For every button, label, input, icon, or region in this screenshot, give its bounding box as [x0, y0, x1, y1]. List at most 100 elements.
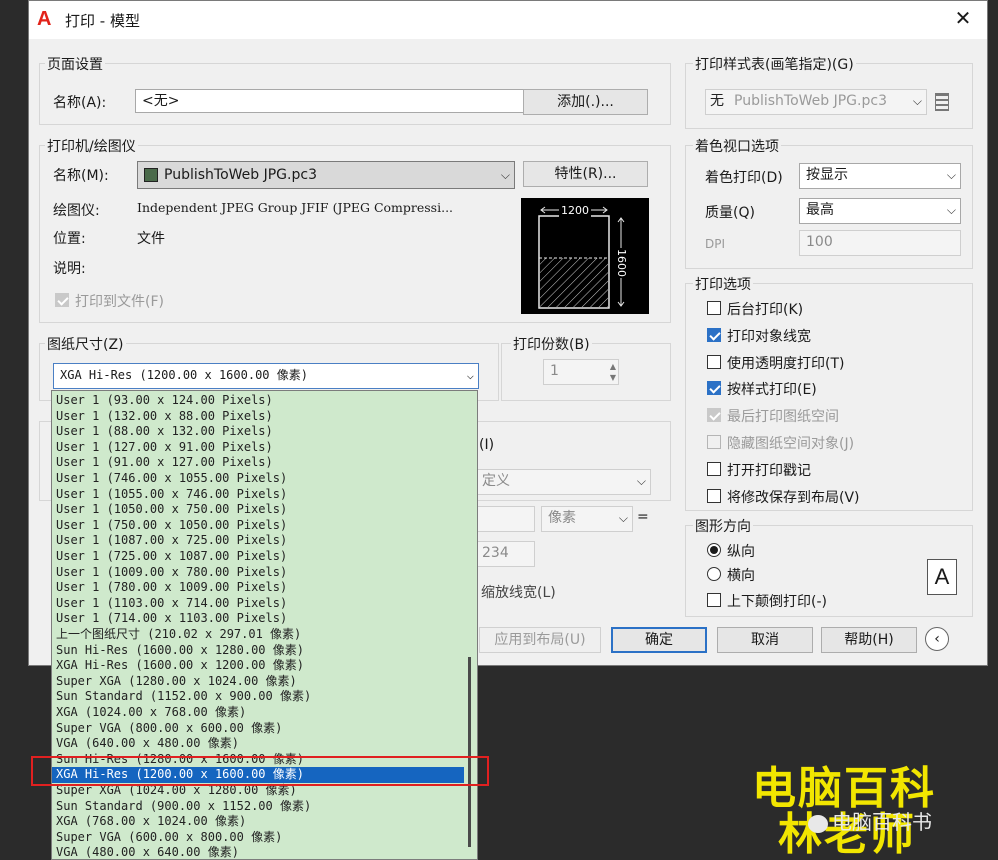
location-label: 位置: [53, 231, 86, 247]
copies-value: 1 [550, 363, 559, 379]
paper-size-option[interactable]: Sun Hi-Res (1600.00 x 1280.00 像素) [56, 643, 304, 659]
paper-size-option[interactable]: User 1 (93.00 x 124.00 Pixels) [56, 393, 273, 409]
plot-to-file-checkbox[interactable] [55, 293, 69, 307]
preview-width-label: 1200 [561, 204, 589, 217]
shade-plot-combo[interactable]: 按显示 ⌵ [799, 163, 961, 189]
location-value: 文件 [137, 231, 165, 247]
edit-plot-style-icon[interactable] [935, 93, 949, 111]
paper-size-option[interactable]: 上一个图纸尺寸 (210.02 x 297.01 像素) [56, 627, 301, 643]
watermark-account-text: 电脑百科书 [832, 810, 932, 834]
paper-preview: 1200 1600 [521, 198, 649, 314]
upside-down-label: 上下颠倒打印(-) [727, 594, 827, 610]
quality-combo[interactable]: 最高 ⌵ [799, 198, 961, 224]
paper-size-option[interactable]: User 1 (91.00 x 127.00 Pixels) [56, 455, 273, 471]
collapse-arrow-icon[interactable]: ‹ [925, 627, 949, 651]
page-setup-add-button[interactable]: 添加(.)... [523, 89, 648, 115]
plot-option-checkbox[interactable] [707, 461, 721, 476]
printer-name-combo[interactable]: PublishToWeb JPG.pc3 ⌵ [137, 161, 515, 189]
apply-to-layout-button[interactable]: 应用到布局(U) [479, 627, 601, 653]
dpi-input[interactable]: 100 [799, 230, 961, 256]
orientation-page-icon: A [927, 559, 957, 595]
paper-size-option[interactable]: User 1 (725.00 x 1087.00 Pixels) [56, 549, 287, 565]
plotter-value: Independent JPEG Group JFIF (JPEG Compre… [137, 200, 454, 215]
plot-options-legend: 打印选项 [693, 274, 753, 294]
paper-size-option[interactable]: User 1 (127.00 x 91.00 Pixels) [56, 440, 273, 456]
portrait-label: 纵向 [727, 544, 755, 560]
copies-spinner[interactable]: 1 ▲ ▼ [543, 359, 619, 385]
paper-size-dropdown-list[interactable]: User 1 (93.00 x 124.00 Pixels) User 1 (13… [51, 390, 478, 860]
plot-scale-value: 定义 [482, 473, 510, 489]
paper-size-option[interactable]: User 1 (1009.00 x 780.00 Pixels) [56, 565, 287, 581]
preview-height-label: 1600 [615, 249, 628, 277]
scale-input-2-value: 234 [482, 545, 509, 561]
paper-size-option[interactable]: XGA (1024.00 x 768.00 像素) [56, 705, 246, 721]
paper-size-option[interactable]: User 1 (714.00 x 1103.00 Pixels) [56, 611, 287, 627]
paper-size-combo[interactable]: XGA Hi-Res (1200.00 x 1600.00 像素) ⌵ [53, 363, 479, 389]
plot-option-label: 按样式打印(E) [727, 382, 817, 399]
paper-size-option[interactable]: User 1 (88.00 x 132.00 Pixels) [56, 424, 273, 440]
printer-name-label: 名称(M): [53, 168, 109, 184]
scale-input-1[interactable] [475, 506, 535, 532]
plot-option-checkbox[interactable] [707, 435, 721, 449]
dropdown-scrollbar[interactable] [468, 657, 471, 847]
plot-option-checkbox[interactable] [707, 381, 721, 396]
plot-style-prefix: 无 [710, 93, 724, 109]
plot-style-combo[interactable]: 无 PublishToWeb JPG.pc3 ⌵ [705, 89, 927, 115]
close-icon[interactable]: ✕ [951, 6, 975, 30]
page-setup-name-combo[interactable]: <无> ⌵ [135, 89, 543, 113]
plot-option-checkbox[interactable] [707, 408, 721, 423]
page-setup-legend: 页面设置 [45, 54, 105, 74]
plot-scale-combo[interactable]: 定义 ⌵ [475, 469, 651, 495]
description-label: 说明: [53, 261, 86, 277]
paper-size-option[interactable]: XGA (768.00 x 1024.00 像素) [56, 814, 246, 830]
paper-size-option[interactable]: User 1 (1050.00 x 750.00 Pixels) [56, 502, 287, 518]
help-button[interactable]: 帮助(H) [821, 627, 917, 653]
paper-size-option[interactable]: User 1 (1103.00 x 714.00 Pixels) [56, 596, 287, 612]
plotter-icon [144, 168, 158, 182]
ok-button[interactable]: 确定 [611, 627, 707, 653]
paper-size-option[interactable]: VGA (640.00 x 480.00 像素) [56, 736, 239, 752]
dpi-value: 100 [806, 234, 833, 250]
plot-option-label: 打印对象线宽 [727, 328, 811, 345]
plot-style-legend: 打印样式表(画笔指定)(G) [693, 54, 856, 74]
paper-size-option[interactable]: Super VGA (800.00 x 600.00 像素) [56, 721, 282, 737]
portrait-radio[interactable] [707, 543, 721, 557]
plot-option-checkbox[interactable] [707, 488, 721, 503]
landscape-radio[interactable] [707, 567, 721, 581]
cancel-button[interactable]: 取消 [717, 627, 813, 653]
paper-size-option[interactable]: User 1 (1087.00 x 725.00 Pixels) [56, 533, 287, 549]
paper-size-option[interactable]: Sun Standard (1152.00 x 900.00 像素) [56, 689, 311, 705]
paper-size-option[interactable]: Super VGA (600.00 x 800.00 像素) [56, 830, 282, 846]
plot-option-checkbox[interactable] [707, 327, 721, 342]
shaded-viewport-legend: 着色视口选项 [693, 136, 781, 156]
equals-sign: = [637, 509, 649, 525]
paper-size-option[interactable]: Super XGA (1280.00 x 1024.00 像素) [56, 674, 297, 690]
plot-option-checkbox[interactable] [707, 354, 721, 369]
unit-combo[interactable]: 像素 ⌵ [541, 506, 633, 532]
upside-down-checkbox[interactable] [707, 593, 721, 607]
page-setup-name-value: <无> [142, 93, 180, 109]
paper-size-option[interactable]: User 1 (750.00 x 1050.00 Pixels) [56, 518, 287, 534]
autocad-logo-icon: A [37, 8, 52, 30]
plot-option-checkbox[interactable] [707, 301, 721, 315]
unit-value: 像素 [548, 510, 576, 526]
paper-size-value: XGA Hi-Res (1200.00 x 1600.00 像素) [60, 368, 308, 382]
paper-size-option[interactable]: User 1 (1055.00 x 746.00 Pixels) [56, 487, 287, 503]
plot-option-label: 使用透明度打印(T) [727, 355, 845, 372]
dpi-label: DPI [705, 237, 726, 251]
plot-option-label: 打开打印戳记 [727, 462, 811, 479]
printer-properties-button[interactable]: 特性(R)... [523, 161, 648, 187]
highlight-annotation-box [31, 756, 489, 786]
plot-option-label: 后台打印(K) [727, 302, 804, 318]
paper-size-option[interactable]: XGA Hi-Res (1600.00 x 1200.00 像素) [56, 658, 304, 674]
quality-value: 最高 [806, 202, 834, 218]
watermark-account: 电脑百科书 [808, 806, 932, 835]
quality-label: 质量(Q) [705, 205, 755, 221]
paper-size-option[interactable]: User 1 (780.00 x 1009.00 Pixels) [56, 580, 287, 596]
paper-size-option[interactable]: User 1 (746.00 x 1055.00 Pixels) [56, 471, 287, 487]
scale-input-2[interactable]: 234 [475, 541, 535, 567]
paper-size-option[interactable]: User 1 (132.00 x 88.00 Pixels) [56, 409, 273, 425]
paper-preview-graphic: 1200 1600 [538, 203, 628, 309]
paper-size-option[interactable]: VGA (480.00 x 640.00 像素) [56, 845, 239, 859]
paper-size-option[interactable]: Sun Standard (900.00 x 1152.00 像素) [56, 799, 311, 815]
